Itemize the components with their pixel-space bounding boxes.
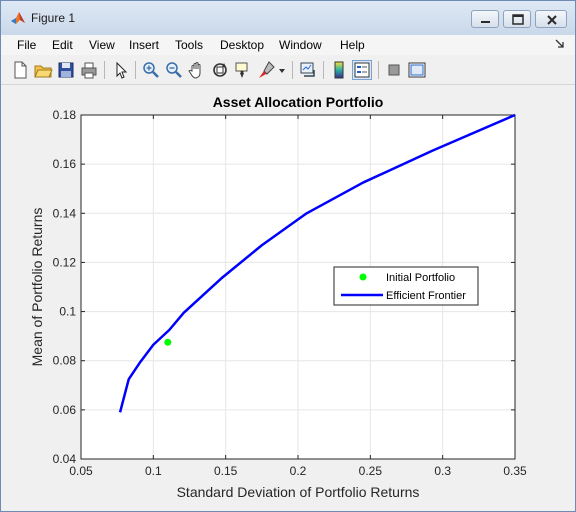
edit-plot-arrow-icon[interactable] (111, 60, 131, 80)
figure-toolbar (1, 56, 575, 85)
close-icon (547, 15, 557, 25)
dock-arrow-icon[interactable] (555, 39, 565, 49)
x-tick-label: 0.15 (214, 464, 238, 478)
print-icon[interactable] (79, 60, 99, 80)
zoom-in-icon[interactable] (141, 60, 161, 80)
menu-window[interactable]: Window (278, 37, 323, 53)
x-tick-label: 0.1 (145, 464, 162, 478)
toolbar-separator (135, 61, 136, 79)
window-title: Figure 1 (31, 11, 76, 25)
initial-portfolio-point (164, 338, 172, 346)
menu-help[interactable]: Help (339, 37, 366, 53)
open-file-icon[interactable] (33, 60, 53, 80)
y-tick-label: 0.06 (53, 403, 77, 417)
legend-label-initial: Initial Portfolio (386, 272, 455, 284)
title-bar[interactable]: Figure 1 (1, 1, 575, 35)
y-tick-label: 0.16 (53, 157, 77, 171)
x-tick-label: 0.35 (503, 464, 527, 478)
zoom-out-icon[interactable] (164, 60, 184, 80)
x-tick-label: 0.2 (290, 464, 307, 478)
insert-colorbar-icon[interactable] (329, 60, 349, 80)
matlab-icon (10, 10, 26, 26)
menu-desktop[interactable]: Desktop (219, 37, 265, 53)
new-figure-icon[interactable] (10, 60, 30, 80)
show-plot-tools-icon[interactable] (407, 60, 427, 80)
menu-view[interactable]: View (88, 37, 116, 53)
maximize-button[interactable] (503, 10, 531, 28)
legend-marker-initial (359, 273, 367, 281)
x-axis-label: Standard Deviation of Portfolio Returns (177, 484, 420, 500)
menu-edit[interactable]: Edit (51, 37, 74, 53)
toolbar-separator (292, 61, 293, 79)
close-button[interactable] (535, 10, 567, 28)
menu-file[interactable]: File (16, 37, 37, 53)
y-tick-label: 0.14 (53, 206, 77, 220)
toolbar-separator (323, 61, 324, 79)
y-tick-label: 0.1 (59, 305, 76, 319)
save-icon[interactable] (56, 60, 76, 80)
x-tick-label: 0.25 (359, 464, 383, 478)
toolbar-separator (104, 61, 105, 79)
y-tick-label: 0.18 (53, 108, 77, 122)
y-tick-label: 0.08 (53, 354, 77, 368)
insert-legend-icon[interactable] (352, 60, 372, 80)
hide-plot-tools-icon[interactable] (384, 60, 404, 80)
y-axis-label: Mean of Portfolio Returns (29, 208, 45, 367)
x-tick-label: 0.3 (434, 464, 451, 478)
rotate-3d-icon[interactable] (210, 60, 230, 80)
data-cursor-icon[interactable] (233, 60, 253, 80)
toolbar-separator (378, 61, 379, 79)
chart-title: Asset Allocation Portfolio (213, 94, 384, 110)
brush-icon[interactable] (256, 60, 276, 80)
legend[interactable]: Initial Portfolio Efficient Frontier (333, 266, 479, 306)
menu-tools[interactable]: Tools (174, 37, 204, 53)
y-tick-label: 0.12 (53, 255, 77, 269)
pan-hand-icon[interactable] (187, 60, 207, 80)
minimize-button[interactable] (471, 10, 499, 28)
menu-bar: File Edit View Insert Tools Desktop Wind… (1, 35, 575, 55)
chart: 0.05 0.1 0.15 0.2 0.25 0.3 0.35 0.04 0.06 0.08 0.1… (29, 94, 527, 500)
brush-dropdown-icon[interactable] (277, 60, 287, 80)
link-plot-icon[interactable] (298, 60, 318, 80)
maximize-icon (512, 14, 524, 25)
minimize-icon (481, 21, 490, 23)
x-tick-label: 0.05 (69, 464, 93, 478)
menu-insert[interactable]: Insert (128, 37, 160, 53)
y-tick-label: 0.04 (53, 452, 77, 466)
legend-label-frontier: Efficient Frontier (386, 290, 466, 302)
